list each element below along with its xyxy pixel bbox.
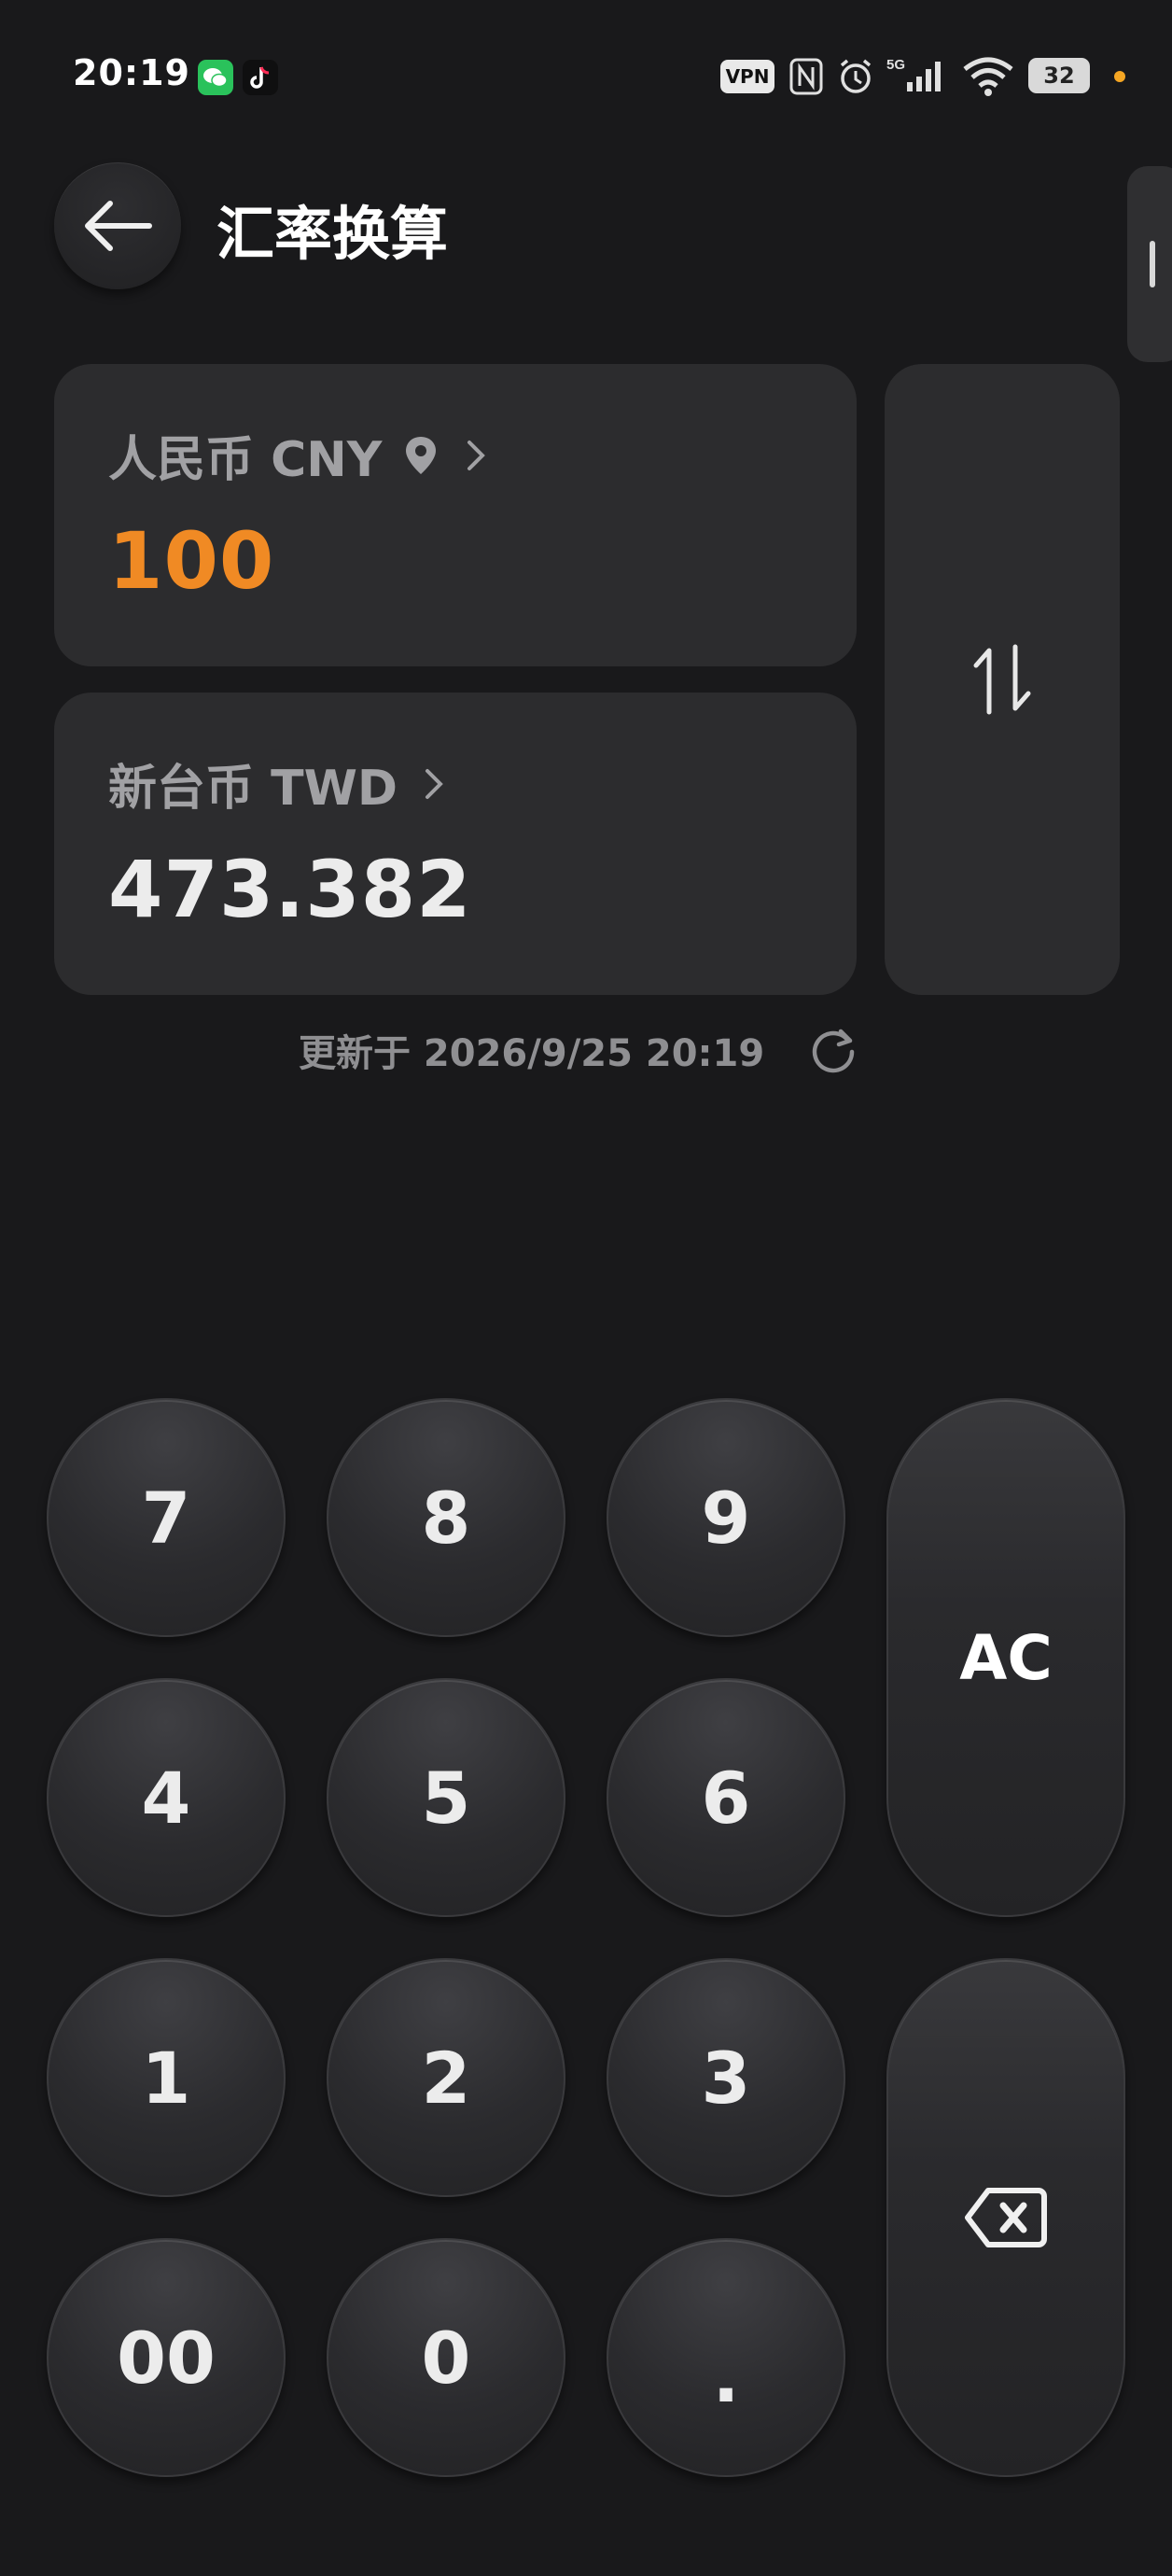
backspace-icon xyxy=(965,2188,1047,2247)
key-3[interactable]: 3 xyxy=(607,1958,845,2197)
update-info: 更新于 2026/9/25 20:19 xyxy=(299,1023,859,1077)
key-1[interactable]: 1 xyxy=(47,1958,286,2197)
backspace-button[interactable] xyxy=(886,1958,1125,2477)
key-decimal[interactable]: . xyxy=(607,2238,845,2477)
signal-icon: 5G xyxy=(886,54,952,97)
swap-arrows-icon xyxy=(973,644,1031,715)
vpn-badge: VPN xyxy=(720,60,774,93)
svg-text:5G: 5G xyxy=(886,57,905,73)
side-panel-handle[interactable] xyxy=(1127,166,1172,362)
to-currency-card[interactable]: 新台币 TWD 473.382 xyxy=(54,693,857,995)
swap-currency-button[interactable] xyxy=(885,364,1120,995)
from-currency-value: 100 xyxy=(108,515,275,607)
status-bar: 20:19 VPN 5G 32 xyxy=(0,0,1172,149)
key-5[interactable]: 5 xyxy=(327,1678,565,1917)
from-currency-name: 人民币 CNY xyxy=(108,432,383,488)
key-00[interactable]: 00 xyxy=(47,2238,286,2477)
back-button[interactable] xyxy=(54,162,181,289)
from-currency-card[interactable]: 人民币 CNY 100 xyxy=(54,364,857,666)
to-currency-name: 新台币 TWD xyxy=(108,761,398,817)
clear-button[interactable]: AC xyxy=(886,1398,1125,1917)
wifi-icon xyxy=(961,54,1015,97)
key-6[interactable]: 6 xyxy=(607,1678,845,1917)
chevron-right-icon[interactable] xyxy=(460,437,492,474)
arrow-left-icon xyxy=(85,201,152,251)
battery-indicator: 32 xyxy=(1028,58,1090,93)
refresh-icon[interactable] xyxy=(807,1024,859,1076)
location-pin-icon xyxy=(406,436,437,474)
tiktok-icon xyxy=(243,60,278,95)
status-time: 20:19 xyxy=(73,52,190,93)
nfc-icon xyxy=(789,58,823,101)
to-currency-value: 473.382 xyxy=(108,844,472,935)
page-title: 汇率换算 xyxy=(216,200,449,268)
chevron-right-icon[interactable] xyxy=(418,765,450,803)
key-8[interactable]: 8 xyxy=(327,1398,565,1637)
key-4[interactable]: 4 xyxy=(47,1678,286,1917)
key-7[interactable]: 7 xyxy=(47,1398,286,1637)
key-2[interactable]: 2 xyxy=(327,1958,565,2197)
wechat-icon xyxy=(198,60,233,95)
key-9[interactable]: 9 xyxy=(607,1398,845,1637)
update-timestamp: 更新于 2026/9/25 20:19 xyxy=(299,1032,765,1075)
alarm-icon xyxy=(836,56,875,99)
key-0[interactable]: 0 xyxy=(327,2238,565,2477)
privacy-dot-icon xyxy=(1114,71,1125,82)
